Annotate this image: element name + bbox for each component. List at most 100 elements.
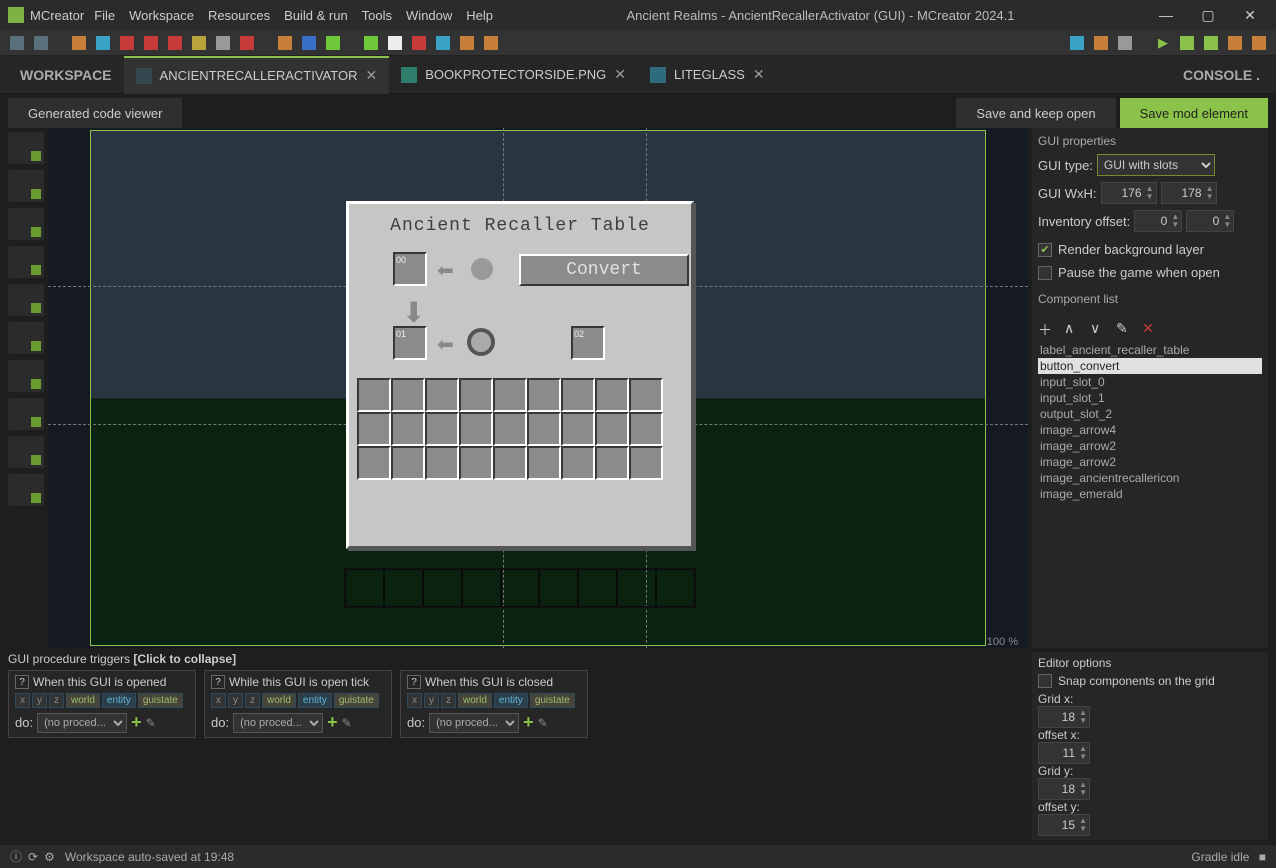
tab-liteglass[interactable]: LITEGLASS ✕ (638, 56, 777, 94)
close-icon[interactable]: ✕ (614, 66, 626, 83)
inventory-slot[interactable] (527, 412, 561, 446)
grid-x-input[interactable]: 18▲▼ (1038, 706, 1090, 728)
save-keep-open-button[interactable]: Save and keep open (956, 98, 1115, 128)
tool-entitymodel[interactable] (8, 398, 44, 430)
toolbar-icon-19[interactable] (482, 34, 500, 52)
grid-y-input[interactable]: 18▲▼ (1038, 778, 1090, 800)
minimize-button[interactable]: — (1148, 1, 1184, 29)
inv-offset-y-input[interactable]: 0▲▼ (1186, 210, 1234, 232)
inventory-slot[interactable] (561, 412, 595, 446)
procedure-select[interactable]: (no proced... (233, 713, 323, 733)
close-button[interactable]: ✕ (1232, 1, 1268, 29)
component-item[interactable]: image_arrow2 (1038, 454, 1262, 470)
pause-game-checkbox[interactable]: Pause the game when open (1038, 265, 1262, 280)
delete-component-icon[interactable]: ✕ (1142, 320, 1160, 338)
move-up-icon[interactable]: ∧ (1064, 320, 1082, 338)
toolbar-icon-1[interactable] (8, 34, 26, 52)
run-icon[interactable]: ▶ (1154, 34, 1172, 52)
toolbar-right-2[interactable] (1092, 34, 1110, 52)
gui-type-select[interactable]: GUI with slots (1097, 154, 1215, 176)
inventory-slot[interactable] (561, 446, 595, 480)
toolbar-icon-12[interactable] (300, 34, 318, 52)
menu-build-run[interactable]: Build & run (284, 8, 348, 23)
toolbar-icon-4[interactable] (94, 34, 112, 52)
toolbar-icon-6[interactable] (142, 34, 160, 52)
procedure-select[interactable]: (no proced... (37, 713, 127, 733)
inv-offset-x-input[interactable]: 0▲▼ (1134, 210, 1182, 232)
input-slot-1[interactable]: 01 (393, 326, 427, 360)
gui-width-input[interactable]: 176▲▼ (1101, 182, 1157, 204)
inventory-slot[interactable] (629, 412, 663, 446)
inventory-slot[interactable] (357, 446, 391, 480)
inventory-slot[interactable] (493, 446, 527, 480)
inventory-slot[interactable] (629, 446, 663, 480)
tool-button[interactable] (8, 208, 44, 240)
toolbar-icon-14[interactable] (362, 34, 380, 52)
component-item[interactable]: image_arrow4 (1038, 422, 1262, 438)
inventory-slot[interactable] (595, 378, 629, 412)
save-mod-element-button[interactable]: Save mod element (1120, 98, 1268, 128)
inventory-slot[interactable] (425, 446, 459, 480)
triggers-header[interactable]: GUI procedure triggers [Click to collaps… (8, 652, 1024, 666)
toolbar-icon-11[interactable] (276, 34, 294, 52)
help-icon[interactable]: ? (407, 675, 421, 689)
run-client-icon[interactable] (1178, 34, 1196, 52)
menu-help[interactable]: Help (466, 8, 493, 23)
input-slot-0[interactable]: 00 (393, 252, 427, 286)
toolbar-icon-3[interactable] (70, 34, 88, 52)
inventory-slot[interactable] (561, 378, 595, 412)
render-bg-checkbox[interactable]: ✔ Render background layer (1038, 242, 1262, 257)
generated-code-viewer-button[interactable]: Generated code viewer (8, 98, 182, 128)
help-icon[interactable]: ? (15, 675, 29, 689)
component-item[interactable]: image_arrow2 (1038, 438, 1262, 454)
menu-tools[interactable]: Tools (362, 8, 392, 23)
offset-y-input[interactable]: 15▲▼ (1038, 814, 1090, 836)
edit-procedure-icon[interactable]: ✎ (538, 716, 548, 730)
toolbar-icon-8[interactable] (190, 34, 208, 52)
console-tab[interactable]: CONSOLE . (1183, 67, 1268, 83)
add-procedure-icon[interactable]: + (327, 712, 338, 733)
component-item[interactable]: label_ancient_recaller_table (1038, 342, 1262, 358)
add-procedure-icon[interactable]: + (523, 712, 534, 733)
menu-resources[interactable]: Resources (208, 8, 270, 23)
inventory-slot[interactable] (595, 446, 629, 480)
tab-bookprotectorside[interactable]: BOOKPROTECTORSIDE.PNG ✕ (389, 56, 638, 94)
toolbar-right-1[interactable] (1068, 34, 1086, 52)
move-down-icon[interactable]: ∨ (1090, 320, 1108, 338)
toolbar-icon-16[interactable] (410, 34, 428, 52)
menu-window[interactable]: Window (406, 8, 452, 23)
toolbar-icon-7[interactable] (166, 34, 184, 52)
package-icon[interactable] (1250, 34, 1268, 52)
inventory-slot[interactable] (357, 378, 391, 412)
close-icon[interactable]: ✕ (365, 67, 377, 84)
convert-button[interactable]: Convert (519, 254, 689, 286)
inventory-slot[interactable] (459, 412, 493, 446)
inventory-slot[interactable] (425, 412, 459, 446)
tool-text[interactable] (8, 132, 44, 164)
offset-x-input[interactable]: 11▲▼ (1038, 742, 1090, 764)
maximize-button[interactable]: ▢ (1190, 1, 1226, 29)
tool-outputslot[interactable] (8, 474, 44, 506)
edit-procedure-icon[interactable]: ✎ (342, 716, 352, 730)
toolbar-icon-5[interactable] (118, 34, 136, 52)
inventory-slot[interactable] (391, 446, 425, 480)
tool-tooltip[interactable] (8, 360, 44, 392)
gui-height-input[interactable]: 178▲▼ (1161, 182, 1217, 204)
inventory-slot[interactable] (629, 378, 663, 412)
inventory-slot[interactable] (391, 412, 425, 446)
export-icon[interactable] (1226, 34, 1244, 52)
close-icon[interactable]: ✕ (753, 66, 765, 83)
inventory-slot[interactable] (391, 378, 425, 412)
toolbar-icon-17[interactable] (434, 34, 452, 52)
tool-checkbox[interactable] (8, 284, 44, 316)
edit-component-icon[interactable]: ✎ (1116, 320, 1134, 338)
add-component-icon[interactable]: ＋ (1038, 320, 1056, 338)
toolbar-icon-2[interactable] (32, 34, 50, 52)
toolbar-icon-13[interactable] (324, 34, 342, 52)
stop-icon[interactable]: ■ (1259, 850, 1266, 864)
procedure-select[interactable]: (no proced... (429, 713, 519, 733)
inventory-slot[interactable] (425, 378, 459, 412)
snap-checkbox[interactable]: Snap components on the grid (1038, 674, 1262, 688)
menu-file[interactable]: File (94, 8, 115, 23)
toolbar-icon-9[interactable] (214, 34, 232, 52)
